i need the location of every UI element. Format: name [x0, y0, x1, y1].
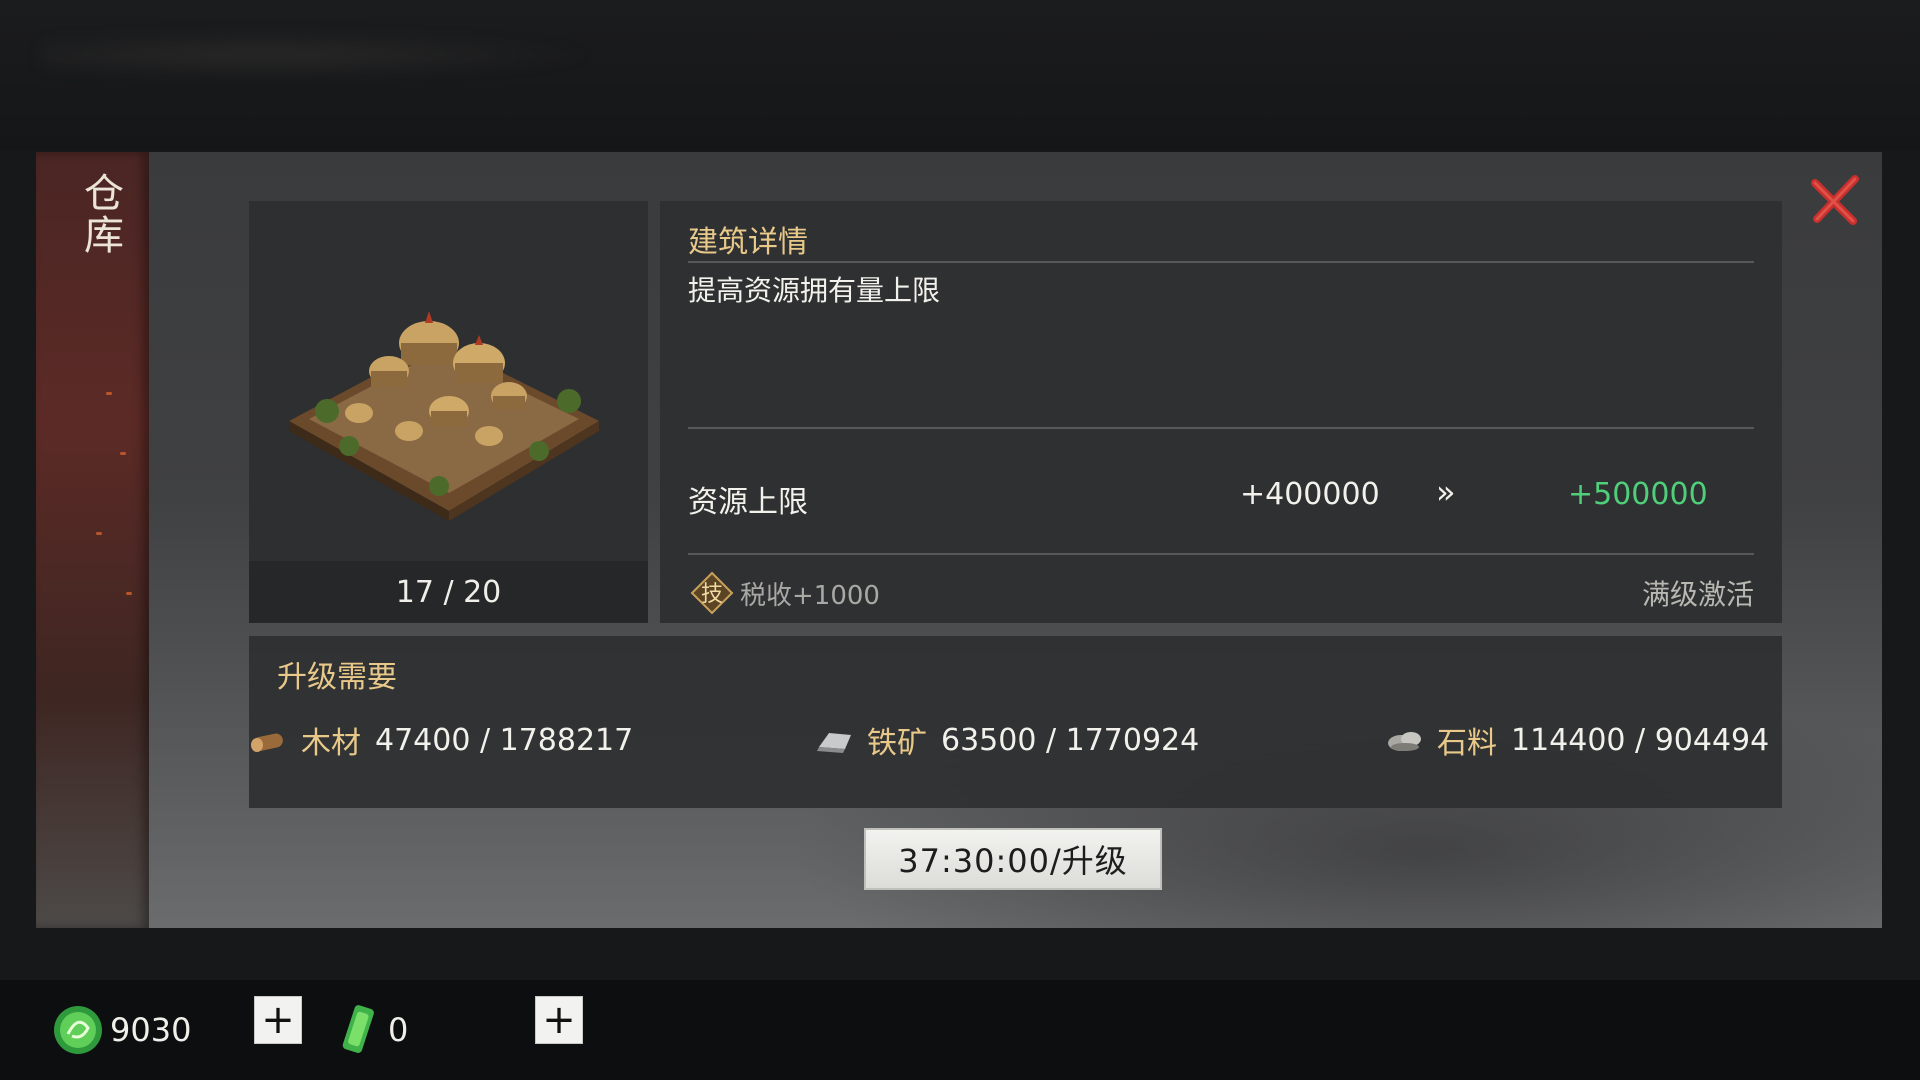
jade-coin-icon: [54, 1006, 102, 1054]
ember-decoration: [106, 392, 112, 395]
stone-icon: [1388, 732, 1421, 751]
token-amount: 0: [388, 1011, 409, 1049]
side-banner: 仓库: [36, 152, 149, 928]
max-level-note: 满级激活: [1641, 578, 1754, 611]
building-name: 仓库: [77, 172, 123, 256]
skill-badge-label: 技: [701, 582, 723, 607]
details-panel: 建筑详情 提高资源拥有量上限 资源上限 +400000 » +500000 技 …: [660, 201, 1782, 623]
stat-current-value: +400000: [1240, 477, 1380, 512]
warehouse-dialog: 仓库 17 / 20 建筑详情 提高资源拥有量上限 资源上限 +400000 »…: [36, 152, 1882, 928]
jade-currency: 9030: [52, 1000, 191, 1060]
iron-icon: [817, 733, 851, 753]
close-button[interactable]: [1808, 172, 1864, 228]
add-jade-button[interactable]: +: [254, 996, 302, 1044]
upgrade-requirements-panel: 升级需要 木材 47400 / 1788217 铁矿 63500 / 17709…: [249, 636, 1782, 808]
divider: [688, 261, 1754, 263]
building-level: 17 / 20: [249, 561, 648, 623]
skill-text: 税收+1000: [740, 581, 880, 611]
requirement-value: 63500 / 1770924: [941, 722, 1200, 758]
requirement-value: 47400 / 1788217: [375, 722, 634, 758]
close-icon: [1811, 175, 1859, 225]
ember-decoration: [96, 532, 102, 535]
jade-token-icon: [342, 1005, 374, 1053]
divider: [688, 553, 1754, 555]
background-top: [0, 0, 1920, 150]
requirement-name: 石料: [1437, 726, 1497, 761]
requirement-name: 铁矿: [867, 726, 927, 761]
requirement-wood: 木材 47400 / 1788217: [249, 720, 634, 761]
ember-decoration: [126, 592, 132, 595]
add-token-button[interactable]: +: [535, 996, 583, 1044]
stat-next-value: +500000: [1568, 477, 1708, 512]
warehouse-image: [289, 311, 599, 521]
background-smudge: [40, 30, 600, 80]
details-title: 建筑详情: [688, 225, 808, 260]
token-currency: 0: [336, 1000, 408, 1060]
details-description: 提高资源拥有量上限: [688, 274, 941, 307]
stat-arrow-icon: »: [1436, 473, 1456, 511]
requirement-stone: 石料 114400 / 904494: [1385, 720, 1770, 761]
requirement-value: 114400 / 904494: [1511, 722, 1770, 758]
requirement-iron: 铁矿 63500 / 1770924: [815, 720, 1200, 761]
divider: [688, 427, 1754, 429]
currency-bar: 9030 + 0 +: [0, 980, 1920, 1080]
ember-decoration: [120, 452, 126, 455]
requirements-title: 升级需要: [277, 660, 397, 695]
requirement-name: 木材: [301, 726, 361, 761]
building-panel: 17 / 20: [249, 201, 648, 623]
skill-diamond-icon: 技: [690, 571, 734, 615]
upgrade-button[interactable]: 37:30:00/升级: [864, 828, 1162, 890]
stat-label: 资源上限: [688, 485, 808, 520]
wood-icon: [251, 733, 283, 752]
skill-badge: 技: [690, 571, 734, 615]
jade-amount: 9030: [110, 1011, 192, 1049]
